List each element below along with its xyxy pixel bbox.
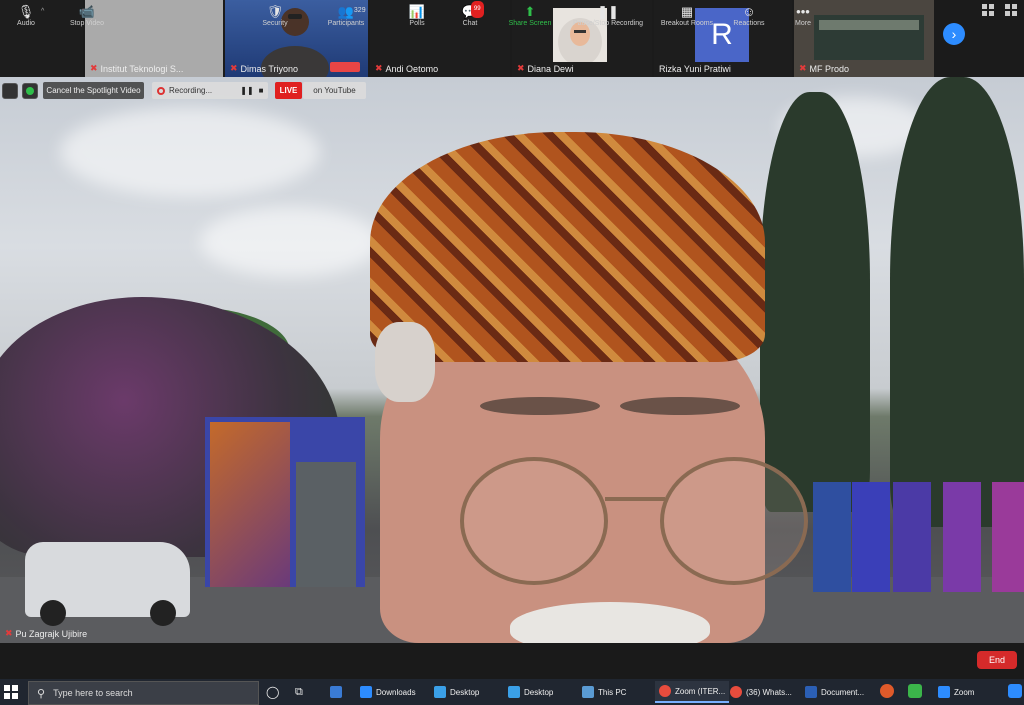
share-screen-button[interactable]: ⬆ Share Screen xyxy=(503,3,557,33)
computer-icon xyxy=(582,686,594,698)
taskbar-item-zoom-browser[interactable]: Zoom (ITER... xyxy=(655,681,730,703)
view-options-button[interactable] xyxy=(2,83,18,99)
taskbar-item-zoom[interactable]: Zoom xyxy=(938,681,974,703)
participant-name: MF Prodo xyxy=(809,63,850,74)
chat-button[interactable]: 💬99 Chat xyxy=(452,1,488,33)
mic-muted-icon: ✖ xyxy=(517,63,525,73)
chrome-icon xyxy=(659,685,671,697)
mic-muted-icon: ✖ xyxy=(375,63,383,73)
taskbar-search-input[interactable]: ⚲ Type here to search xyxy=(28,681,259,705)
video-camera-icon: 📹 ^ xyxy=(78,4,106,19)
taskbar-item-this-pc[interactable]: This PC xyxy=(582,681,626,703)
polls-icon: 📊 xyxy=(408,4,426,19)
next-page-icon[interactable]: › xyxy=(943,23,965,45)
live-badge[interactable]: LIVE xyxy=(275,82,302,99)
record-icon xyxy=(157,86,165,95)
zoom-icon xyxy=(938,686,950,698)
gallery-view-icon[interactable] xyxy=(982,4,994,16)
shield-icon: 🛡 xyxy=(266,4,284,19)
mic-muted-icon: ✖ xyxy=(799,63,807,73)
desktop-folder-icon xyxy=(434,686,446,698)
stop-recording-button[interactable]: ■ xyxy=(254,86,268,95)
pause-stop-recording-button[interactable]: ❚❚ Pause/Stop Recording xyxy=(565,3,651,33)
speaker-view-icon[interactable] xyxy=(1005,4,1017,16)
cancel-spotlight-button[interactable]: Cancel the Spotlight Video xyxy=(43,82,144,99)
chat-icon: 💬99 xyxy=(462,1,484,20)
participant-name: Diana Dewi xyxy=(527,63,574,74)
speaker-person xyxy=(360,132,808,643)
app-icon[interactable] xyxy=(880,684,894,698)
chrome-icon xyxy=(730,686,742,698)
participants-button[interactable]: 👥 329 Participants xyxy=(320,3,372,33)
stop-video-button[interactable]: 📹 ^ Stop Video xyxy=(62,3,112,33)
taskbar-item-desktop[interactable]: Desktop xyxy=(508,681,553,703)
participant-name: Institut Teknologi S... xyxy=(100,63,184,74)
polls-button[interactable]: 📊 Polls xyxy=(400,3,434,33)
more-icon: ••• xyxy=(796,4,810,19)
audio-button[interactable]: 🎙 ^ Audio xyxy=(8,3,44,33)
meeting-toolbar xyxy=(0,643,1024,679)
taskbar-item-downloads[interactable]: Downloads xyxy=(360,681,416,703)
main-speaker-video xyxy=(0,77,1024,643)
taskbar-item-document[interactable]: Document... xyxy=(805,681,864,703)
participant-tile[interactable]: ✖ Andi Oetomo xyxy=(370,0,510,77)
recording-controls-icon: ❚❚ xyxy=(597,4,619,19)
mic-muted-icon: ✖ xyxy=(230,63,238,73)
end-meeting-button[interactable]: End xyxy=(977,651,1017,669)
download-folder-icon xyxy=(360,686,372,698)
breakout-rooms-icon: ▦ xyxy=(680,4,694,19)
breakout-rooms-button[interactable]: ▦ Breakout Rooms xyxy=(655,3,719,33)
taskbar-item-desktop[interactable]: Desktop xyxy=(434,681,479,703)
smiley-icon: ☺ xyxy=(742,4,756,19)
taskbar-item-whatsapp-browser[interactable]: (36) Whats... xyxy=(730,681,792,703)
recording-indicator: Recording... ❚❚ ■ xyxy=(152,82,268,99)
search-placeholder: Type here to search xyxy=(53,688,133,698)
windows-start-icon[interactable] xyxy=(4,685,18,699)
chat-unread-badge: 99 xyxy=(470,1,484,18)
app-icon[interactable] xyxy=(1008,684,1022,698)
more-button[interactable]: ••• More xyxy=(787,3,819,33)
pause-recording-button[interactable]: ❚❚ xyxy=(240,86,254,95)
participants-icon: 👥 329 xyxy=(337,4,366,19)
mic-muted-icon: ✖ xyxy=(5,628,13,638)
search-icon: ⚲ xyxy=(37,687,46,700)
reactions-button[interactable]: ☺ Reactions xyxy=(727,3,771,33)
task-view-icon[interactable]: ◯ xyxy=(266,681,279,703)
security-button[interactable]: 🛡 Security xyxy=(255,3,295,33)
recording-label: Recording... xyxy=(169,86,213,95)
word-icon xyxy=(805,686,817,698)
participant-name: Rizka Yuni Pratiwi xyxy=(659,64,731,74)
participant-count: 329 xyxy=(353,7,366,14)
desktop-folder-icon xyxy=(508,686,520,698)
share-screen-icon: ⬆ xyxy=(524,4,536,19)
mail-icon[interactable] xyxy=(330,681,342,703)
participant-name: Dimas Triyono xyxy=(240,63,299,74)
speaker-name: Pu Zagrajk Ujibire xyxy=(15,628,88,639)
mic-muted-icon: ✖ xyxy=(90,63,98,73)
microphone-icon: 🎙 ^ xyxy=(17,4,45,19)
security-status-icon[interactable] xyxy=(22,83,38,99)
multitask-icon[interactable]: ⧉ xyxy=(295,681,303,703)
participant-name: Andi Oetomo xyxy=(385,63,439,74)
youtube-live-label[interactable]: on YouTube xyxy=(303,82,366,99)
app-icon[interactable] xyxy=(908,684,922,698)
